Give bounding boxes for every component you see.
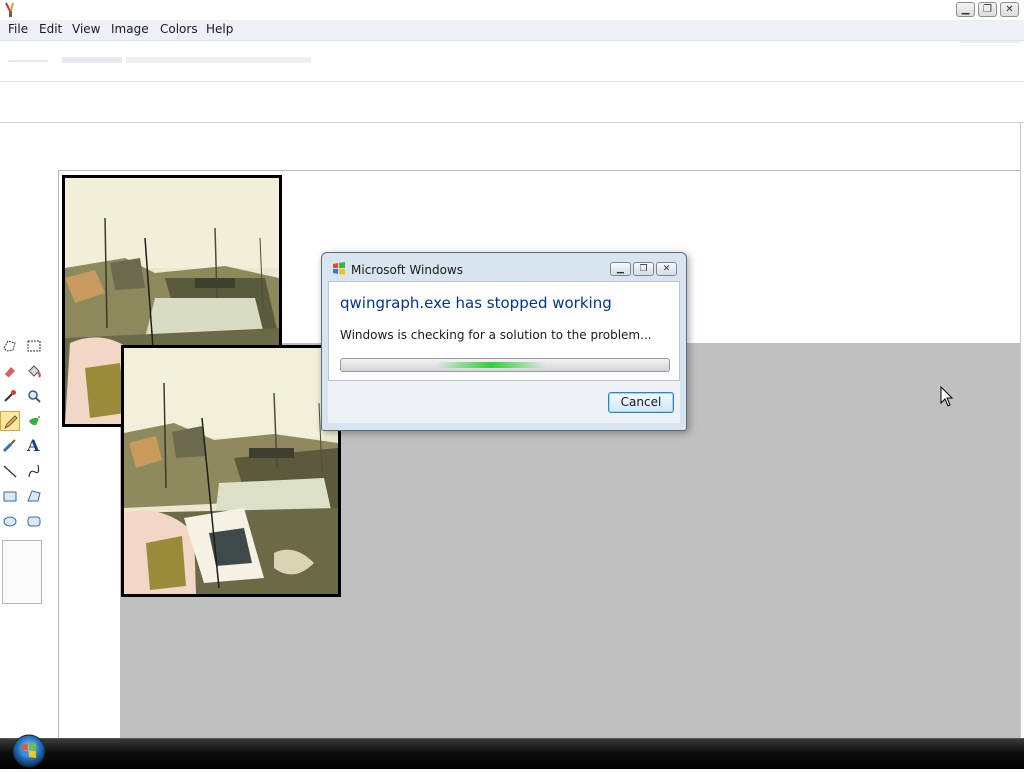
faint-toolbar-strip — [126, 57, 311, 63]
rect-select-icon[interactable] — [24, 336, 44, 356]
scroll-edge — [1020, 122, 1021, 742]
error-dialog: Microsoft Windows ▁ ❐ ✕ qwingraph.exe ha… — [321, 252, 687, 431]
windows-start-orb-icon[interactable] — [8, 733, 50, 769]
restore-button[interactable]: ❐ — [978, 2, 997, 17]
airbrush-icon[interactable] — [24, 411, 44, 431]
ellipse-icon[interactable] — [0, 511, 20, 531]
menu-view[interactable]: View — [72, 22, 100, 36]
progress-indicator — [436, 362, 546, 368]
toolbar-band-2 — [0, 82, 1024, 123]
dialog-title: Microsoft Windows — [351, 263, 463, 277]
mouse-cursor-icon — [940, 385, 954, 408]
taskbar — [0, 738, 1024, 769]
dialog-restore-button[interactable]: ❐ — [633, 262, 654, 276]
rectangle-icon[interactable] — [0, 486, 20, 506]
faint-toolbar-strip — [62, 57, 122, 63]
brush-icon[interactable] — [0, 436, 20, 456]
magnifier-icon[interactable] — [24, 386, 44, 406]
rounded-rect-icon[interactable] — [24, 511, 44, 531]
harbor-image-front[interactable] — [121, 345, 341, 597]
windows-app-icon — [332, 262, 346, 276]
menu-help[interactable]: Help — [206, 22, 233, 36]
curve-icon[interactable] — [24, 461, 44, 481]
faint-toolbar-strip — [8, 60, 48, 62]
close-button[interactable]: ✕ — [1000, 2, 1019, 17]
polygon-icon[interactable] — [24, 486, 44, 506]
progress-bar — [340, 358, 670, 372]
faint-toolbar-strip — [960, 41, 1020, 43]
dialog-body: qwingraph.exe has stopped working Window… — [328, 281, 680, 381]
dialog-footer: Cancel — [328, 381, 680, 423]
minimize-button[interactable]: ▁ — [956, 2, 975, 17]
eraser-icon[interactable] — [0, 361, 20, 381]
toolbar-band — [0, 41, 1024, 82]
tool-options-box[interactable] — [2, 540, 42, 604]
color-picker-icon[interactable] — [0, 386, 20, 406]
paint-icon[interactable] — [4, 2, 18, 18]
line-icon[interactable] — [0, 461, 20, 481]
dialog-minimize-button[interactable]: ▁ — [610, 262, 631, 276]
cancel-button[interactable]: Cancel — [608, 392, 674, 413]
menu-colors[interactable]: Colors — [160, 22, 198, 36]
text-icon-glyph: A — [27, 436, 40, 455]
dialog-close-button[interactable]: ✕ — [656, 262, 677, 276]
dialog-heading: qwingraph.exe has stopped working — [340, 294, 612, 312]
window-titlebar: ▁ ❐ ✕ — [0, 0, 1024, 20]
menu-bar: File Edit View Image Colors Help — [0, 20, 1024, 41]
menu-image[interactable]: Image — [111, 22, 149, 36]
fill-bucket-icon[interactable] — [24, 361, 44, 381]
dialog-message: Windows is checking for a solution to th… — [340, 328, 652, 342]
menu-edit[interactable]: Edit — [39, 22, 62, 36]
free-form-select-icon[interactable] — [0, 336, 20, 356]
pencil-icon[interactable] — [0, 411, 20, 431]
menu-file[interactable]: File — [8, 22, 28, 36]
text-icon[interactable]: A — [24, 436, 44, 456]
